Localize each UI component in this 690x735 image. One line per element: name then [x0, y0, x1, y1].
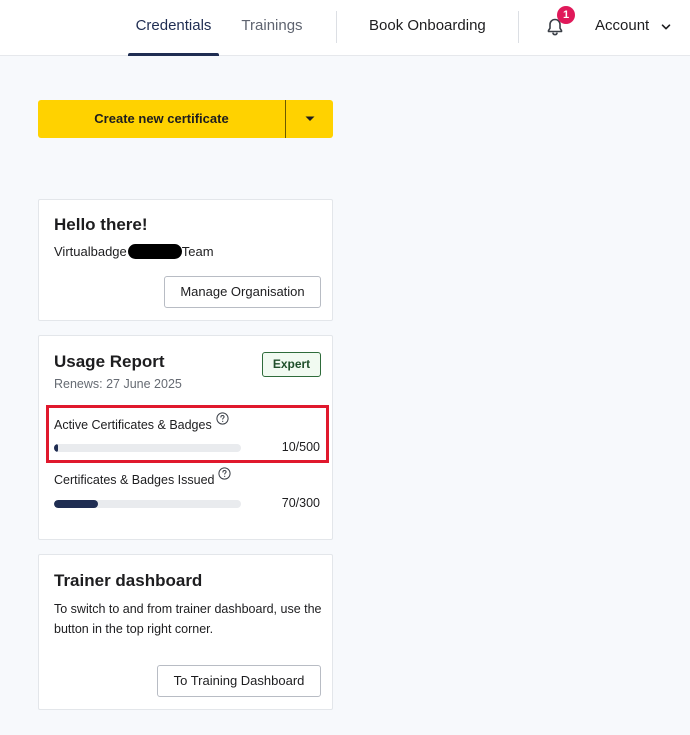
plan-tier-badge: Expert: [262, 352, 321, 377]
hello-title: Hello there!: [54, 215, 148, 234]
certificates-issued-label: Certificates & Badges Issued: [54, 473, 215, 487]
account-menu[interactable]: Account: [595, 0, 649, 56]
hello-card: Hello there! Virtualbadge Team Manage Org…: [38, 199, 333, 321]
book-onboarding-link[interactable]: Book Onboarding: [369, 0, 486, 56]
usage-report-card: Usage Report Renews: 27 June 2025 Expert…: [38, 335, 333, 540]
team-prefix: Virtualbadge: [54, 244, 127, 259]
create-options-dropdown-button[interactable]: [286, 100, 333, 138]
manage-organisation-button[interactable]: Manage Organisation: [164, 276, 321, 308]
help-circle-icon[interactable]: [218, 467, 231, 480]
active-certificates-value: 10/500: [281, 440, 320, 454]
team-suffix: Team: [181, 244, 214, 259]
renewal-date: Renews: 27 June 2025: [54, 377, 182, 391]
active-certificates-label: Active Certificates & Badges: [54, 418, 212, 432]
trainer-dashboard-description: To switch to and from trainer dashboard,…: [54, 602, 322, 636]
active-certificates-progress-fill: [54, 444, 58, 452]
top-navigation: Credentials Trainings Book Onboarding 1 …: [0, 0, 690, 56]
create-certificate-button[interactable]: Create new certificate: [38, 100, 285, 138]
certificates-issued-value: 70/300: [281, 496, 320, 510]
tab-credentials[interactable]: Credentials: [128, 0, 219, 56]
create-certificate-split-button: Create new certificate: [38, 100, 333, 138]
nav-divider: [518, 11, 519, 43]
chevron-down-icon[interactable]: [661, 22, 671, 32]
redacted-block: [127, 244, 182, 259]
active-certificates-progress: [54, 444, 241, 452]
certificates-issued-progress-fill: [54, 500, 98, 508]
nav-divider: [336, 11, 337, 43]
team-name: Virtualbadge Team: [54, 244, 214, 259]
help-circle-icon[interactable]: [216, 412, 229, 425]
trainer-dashboard-title: Trainer dashboard: [54, 571, 203, 590]
highlight-box: [46, 405, 329, 463]
trainer-dashboard-card: Trainer dashboard To switch to and from …: [38, 554, 333, 710]
notification-count-badge: 1: [557, 6, 575, 24]
certificates-issued-progress: [54, 500, 241, 508]
tab-trainings[interactable]: Trainings: [236, 0, 308, 56]
usage-report-title: Usage Report: [54, 352, 165, 371]
caret-down-icon: [305, 116, 314, 121]
to-training-dashboard-button[interactable]: To Training Dashboard: [157, 665, 321, 697]
